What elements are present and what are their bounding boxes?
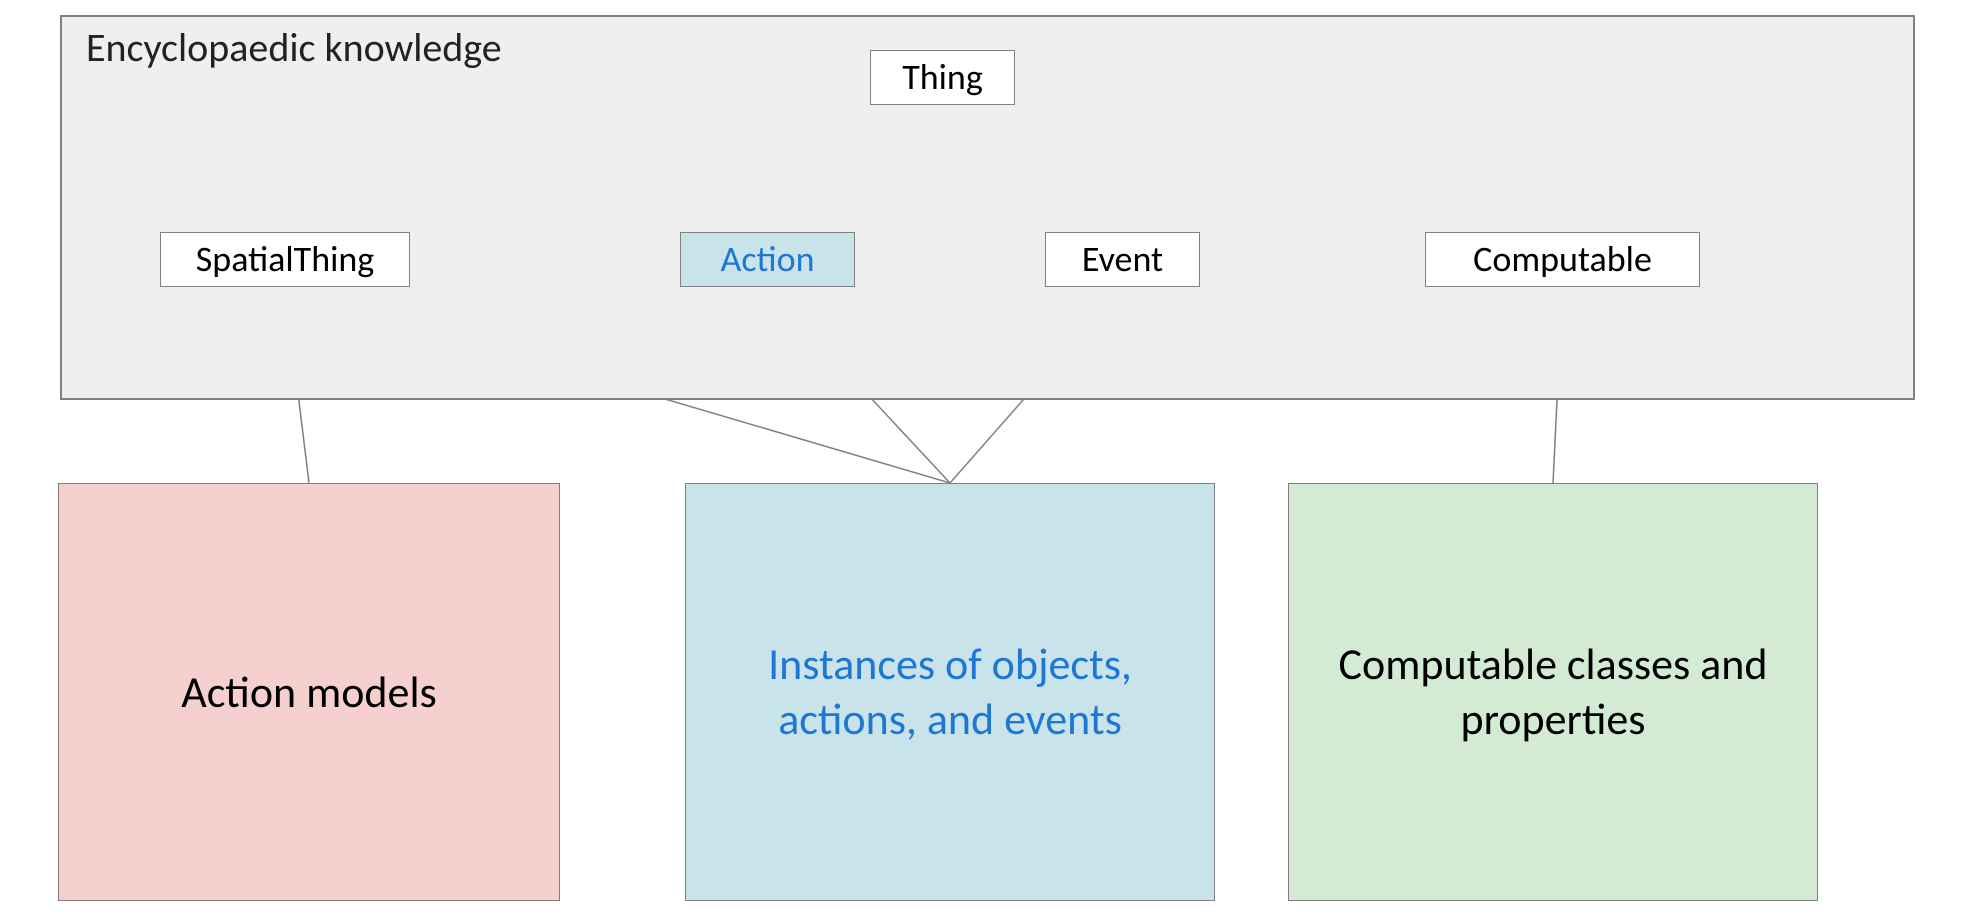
instances-label: Instances of objects, actions, and event… — [718, 637, 1182, 747]
node-spatial-thing: SpatialThing — [160, 232, 410, 287]
action-models-box: Action models — [58, 483, 560, 901]
action-models-label: Action models — [181, 665, 437, 720]
node-event: Event — [1045, 232, 1200, 287]
instances-box: Instances of objects, actions, and event… — [685, 483, 1215, 901]
node-thing: Thing — [870, 50, 1015, 105]
computable-label: Computable classes and properties — [1321, 637, 1785, 747]
node-computable: Computable — [1425, 232, 1700, 287]
diagram-canvas: Encyclopaedic knowledge Thing SpatialThi… — [0, 0, 1974, 915]
node-action: Action — [680, 232, 855, 287]
panel-title: Encyclopaedic knowledge — [86, 23, 502, 72]
computable-box: Computable classes and properties — [1288, 483, 1818, 901]
